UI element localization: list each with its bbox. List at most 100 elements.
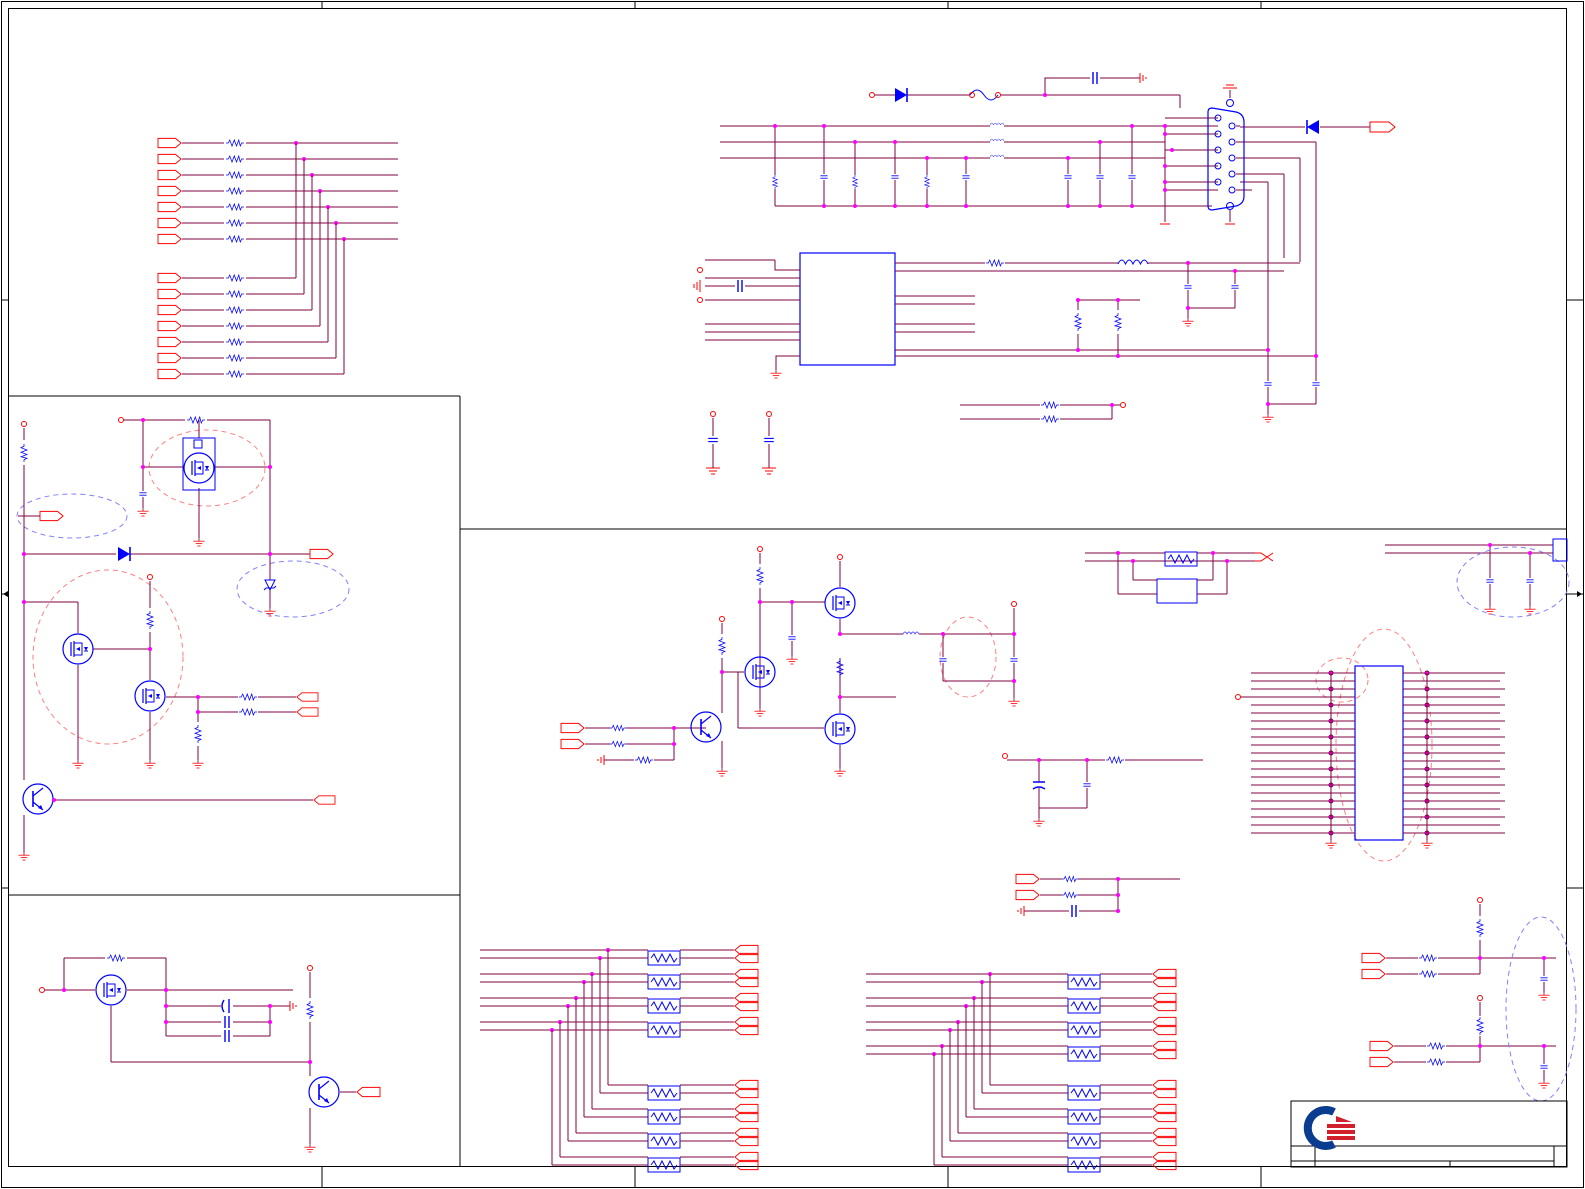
ground-icon [1160,84,1237,225]
ferrite-bead-icon [1067,1133,1101,1149]
port-label-icon [157,304,182,316]
junction-dot [1478,1044,1482,1048]
ground-icon [1324,839,1338,849]
port-label-icon [157,320,182,332]
resistor-icon [225,274,245,282]
resistor-icon [225,171,245,179]
ground-icon [1139,73,1147,83]
vcc-terminal [1235,694,1241,700]
power-switch-circuit [16,416,350,861]
resistor-icon [1074,312,1082,332]
capacitor-icon [1230,285,1240,289]
junction-dot [268,1020,272,1024]
port-label-icon [309,548,334,560]
junction-dot [773,124,777,128]
vcc-terminal [39,987,45,993]
port-label-icon [296,692,319,702]
ferrite-bank-right [866,968,1177,1173]
npn-transistor-icon [308,1076,340,1108]
db15-connector-icon [1207,99,1245,211]
ground-icon [1537,991,1551,1001]
zener-diode-icon [263,579,277,592]
junction-dot [1163,132,1167,136]
junction-dot [1116,298,1120,302]
port-label-icon [39,510,64,522]
junction-dot [822,124,826,128]
vcc-terminal [307,965,313,971]
backlight-driver-circuit [560,546,1021,777]
ground-icon [1017,906,1025,916]
resistor-icon [225,219,245,227]
junction-dot [1488,543,1492,547]
capacitor-icon [1032,781,1046,790]
port-label-icon [157,272,182,284]
junction-dot [164,988,168,992]
vga-connector-section [693,71,1396,475]
resistor-icon [225,322,245,330]
port-label-icon [1361,952,1386,964]
junction-dot [1066,156,1070,160]
ferrite-bead-icon [647,1133,681,1149]
resistor-icon [194,724,202,744]
junction-dot [1163,188,1167,192]
lvds-ic-icon [1354,665,1404,841]
capacitor-icon [138,492,148,496]
port-label-icon [157,352,182,364]
schematic-canvas [1,1,1584,1188]
ground-icon [191,759,205,769]
junction-dot [893,204,897,208]
resistor-icon [225,235,245,243]
junction-dot [758,600,762,604]
vcc-terminal [147,574,153,580]
resistor-icon [225,354,245,362]
capacitor-icon [1485,579,1495,583]
ground-icon [71,759,85,769]
junction-dot [838,632,842,636]
resistor-icon [1040,415,1060,423]
resistor-icon [852,174,858,190]
port-label-icon [157,169,182,181]
resistor-icon [609,724,627,732]
resistor-icon [1426,1058,1446,1066]
resistor-icon [106,954,126,962]
connector-icon [1552,538,1568,562]
junction-dot [1528,551,1532,555]
ferrite-bead-icon [647,1157,681,1173]
junction-dot [1266,402,1270,406]
junction-dot [1116,551,1120,555]
junction-dot [22,600,26,604]
ferrite-bead-icon [647,1022,681,1038]
port-label-icon [1369,1056,1394,1068]
resistor-icon [634,756,654,764]
capacitor-icon [1311,382,1321,386]
junction-dot [196,710,200,714]
capacitor-icon [1082,783,1092,787]
junction-dot [838,695,842,699]
connector-pin-icon [1255,552,1274,562]
resistor-icon [238,693,258,701]
capacitor-icon [1095,175,1105,179]
ground-icon [1032,817,1046,827]
vcc-terminal [837,554,843,560]
ferrite-bead-icon [1164,551,1198,567]
vcc-terminal [766,411,772,417]
pmos-transistor-icon [824,587,856,619]
junction-dot [1098,204,1102,208]
junction-dot [1170,148,1174,152]
junction-dot [853,140,857,144]
vcc-terminal [710,411,716,417]
port-label-icon [560,738,585,750]
ferrite-bead-icon [647,998,681,1014]
ground-icon [1261,413,1275,423]
ferrite-bead-icon [1067,1157,1101,1173]
ground-icon [17,851,31,861]
resistor-icon [146,610,154,630]
ground-icon [136,507,150,517]
junction-dot [1211,551,1215,555]
resistor-icon [20,443,28,463]
port-label-icon [1369,1040,1394,1052]
junction-dot [1233,269,1237,273]
inductor-icon [902,631,920,635]
inductor-icon [989,154,1005,158]
resistor-icon [1476,918,1484,938]
